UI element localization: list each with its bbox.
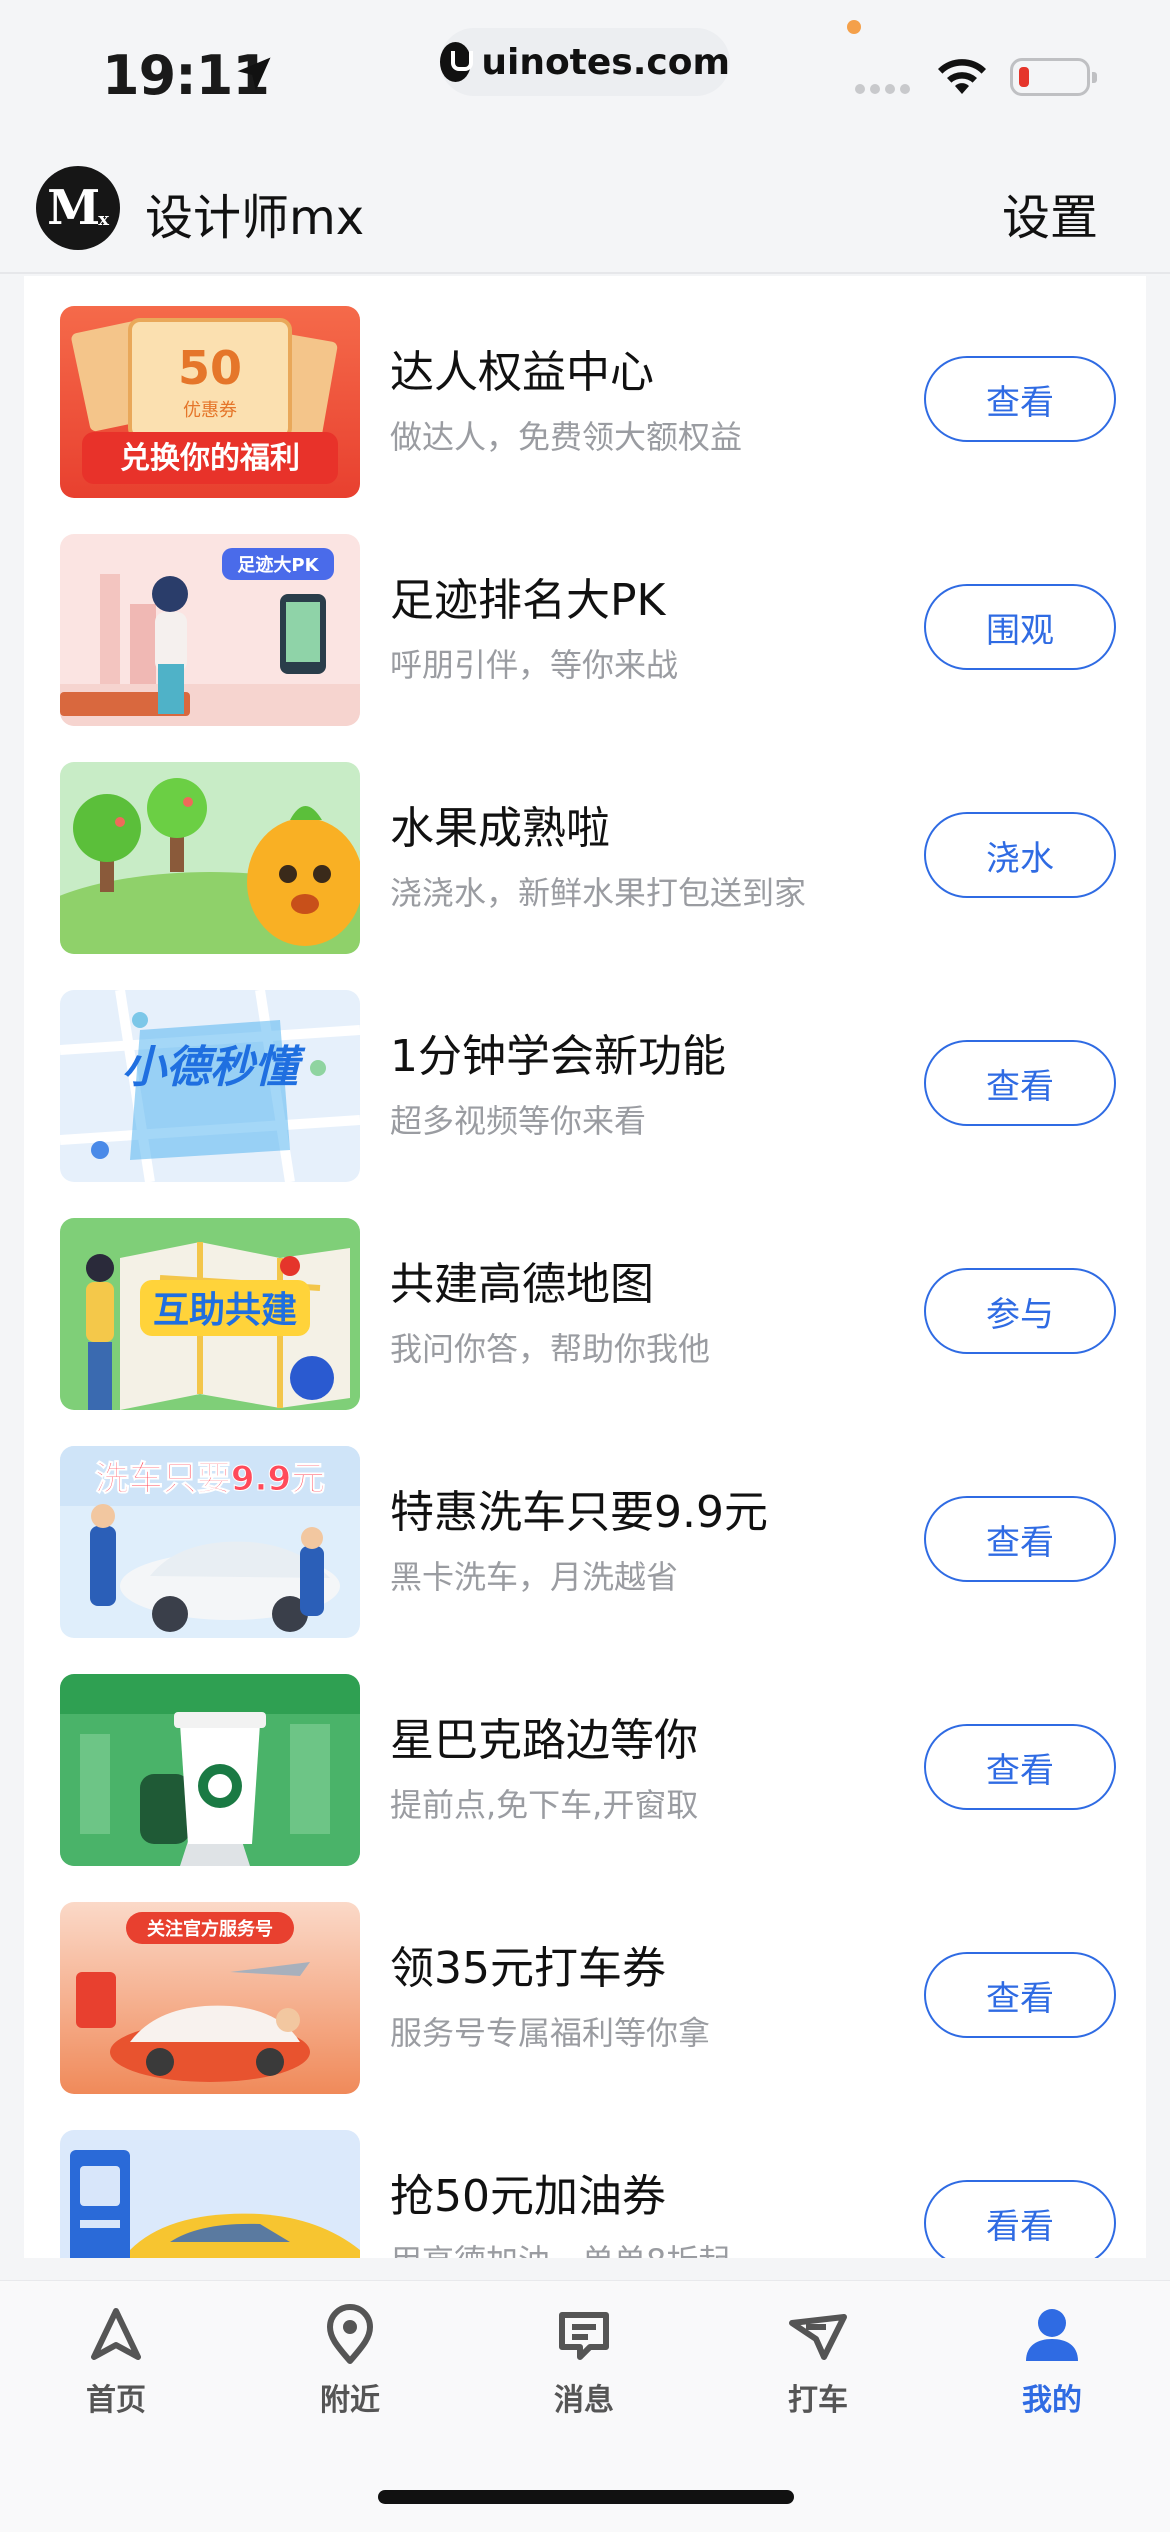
item-thumbnail: 小德秒懂 (60, 990, 360, 1182)
item-thumbnail (60, 1674, 360, 1866)
tab-label: 首页 (86, 2383, 146, 2418)
url-text: uinotes.com (481, 41, 730, 83)
location-services-icon (237, 57, 271, 91)
list-item[interactable]: 50 优惠券 兑换你的福利 达人权益中心 做达人，免费领大额权益 查看 (24, 276, 1146, 504)
item-title: 特惠洗车只要9.9元 (390, 1487, 768, 1538)
item-thumbnail (60, 762, 360, 954)
item-thumbnail (60, 2130, 360, 2258)
item-subtitle: 超多视频等你来看 (390, 1102, 647, 1140)
tab-messages[interactable]: 消息 (509, 2303, 659, 2433)
tab-nearby[interactable]: 附近 (275, 2303, 425, 2433)
item-title: 星巴克路边等你 (390, 1715, 698, 1766)
item-action-button[interactable]: 查看 (924, 1496, 1116, 1582)
list-item[interactable]: 水果成熟啦 浇浇水，新鲜水果打包送到家 浇水 (24, 732, 1146, 960)
item-title: 领35元打车券 (390, 1943, 666, 1994)
home-indicator (378, 2490, 794, 2504)
settings-button[interactable]: 设置 (1002, 178, 1098, 248)
profile-header: Mx 设计师mx 设置 (0, 150, 1170, 274)
svg-text:关注官方服务号: 关注官方服务号 (147, 1918, 273, 1940)
item-subtitle: 服务号专属福利等你拿 (390, 2014, 711, 2052)
svg-text:兑换你的福利: 兑换你的福利 (120, 441, 300, 476)
avatar[interactable]: Mx (36, 166, 120, 250)
item-thumbnail: 洗车只要9.9元 (60, 1446, 360, 1638)
item-subtitle: 做达人，免费领大额权益 (390, 418, 743, 456)
person-icon (1026, 2309, 1078, 2361)
item-subtitle: 用高德加油，单单8折起 (390, 2236, 730, 2258)
item-thumbnail: 关注官方服务号 (60, 1902, 360, 2094)
tab-home[interactable]: 首页 (41, 2303, 191, 2433)
item-action-button[interactable]: 查看 (924, 1952, 1116, 2038)
svg-text:50: 50 (178, 341, 242, 395)
taxi-icon (789, 2314, 847, 2360)
item-subtitle: 我问你答，帮助你我他 (390, 1330, 711, 1368)
item-action-button[interactable]: 查看 (924, 1040, 1116, 1126)
privacy-indicator-dot (847, 20, 861, 34)
tab-label: 附近 (320, 2383, 380, 2418)
svg-text:小德秒懂: 小德秒懂 (122, 1042, 306, 1093)
battery-icon (1010, 58, 1097, 96)
list-item[interactable]: 足迹大PK 足迹排名大PK 呼朋引伴，等你来战 围观 (24, 504, 1146, 732)
item-action-button[interactable]: 围观 (924, 584, 1116, 670)
item-title: 1分钟学会新功能 (390, 1031, 726, 1082)
item-subtitle: 浇浇水，新鲜水果打包送到家 (390, 874, 807, 912)
tab-label: 消息 (554, 2383, 614, 2418)
cellular-signal-icon (855, 84, 910, 94)
svg-text:互助共建: 互助共建 (153, 1290, 297, 1331)
list-item[interactable]: 洗车只要9.9元 特惠洗车只要9.9元 黑卡洗车，月洗越省 查看 (24, 1416, 1146, 1644)
item-action-button[interactable]: 参与 (924, 1268, 1116, 1354)
item-subtitle: 黑卡洗车，月洗越省 (390, 1558, 679, 1596)
location-pin-icon (327, 2304, 373, 2364)
item-thumbnail: 50 优惠券 兑换你的福利 (60, 306, 360, 498)
tab-mine[interactable]: 我的 (977, 2303, 1127, 2433)
item-action-button[interactable]: 浇水 (924, 812, 1116, 898)
svg-text:足迹大PK: 足迹大PK (237, 554, 319, 576)
svg-text:优惠券: 优惠券 (183, 400, 237, 421)
status-bar: 19:11 uinotes.com (0, 0, 1170, 150)
item-title: 达人权益中心 (390, 347, 654, 398)
item-subtitle: 提前点,免下车,开窗取 (390, 1786, 699, 1824)
benefits-list: 50 优惠券 兑换你的福利 达人权益中心 做达人，免费领大额权益 查看 足迹大P… (24, 276, 1146, 2258)
list-item[interactable]: 抢50元加油券 用高德加油，单单8折起 看看 (24, 2100, 1146, 2258)
item-action-button[interactable]: 查看 (924, 356, 1116, 442)
item-subtitle: 呼朋引伴，等你来战 (390, 646, 679, 684)
tab-label: 打车 (788, 2383, 848, 2418)
item-action-button[interactable]: 查看 (924, 1724, 1116, 1810)
url-pill[interactable]: uinotes.com (440, 28, 730, 96)
item-title: 足迹排名大PK (390, 575, 666, 626)
message-icon (559, 2312, 609, 2360)
site-logo-icon (440, 42, 474, 82)
tab-taxi[interactable]: 打车 (743, 2303, 893, 2433)
item-title: 抢50元加油券 (390, 2171, 666, 2222)
username[interactable]: 设计师mx (145, 178, 364, 248)
list-item[interactable]: 星巴克路边等你 提前点,免下车,开窗取 查看 (24, 1644, 1146, 1872)
list-item[interactable]: 关注官方服务号 领35元打车券 服务号专属福利等你拿 查看 (24, 1872, 1146, 2100)
wifi-icon (938, 59, 986, 94)
list-item[interactable]: 互助共建 共建高德地图 我问你答，帮助你我他 参与 (24, 1188, 1146, 1416)
item-title: 水果成熟啦 (390, 803, 610, 854)
navigation-arrow-icon (91, 2308, 141, 2360)
item-thumbnail: 足迹大PK (60, 534, 360, 726)
tab-label: 我的 (1022, 2383, 1082, 2418)
item-thumbnail: 互助共建 (60, 1218, 360, 1410)
list-item[interactable]: 小德秒懂 1分钟学会新功能 超多视频等你来看 查看 (24, 960, 1146, 1188)
item-title: 共建高德地图 (390, 1259, 654, 1310)
svg-text:洗车只要9.9元: 洗车只要9.9元 (95, 1459, 325, 1499)
item-action-button[interactable]: 看看 (924, 2180, 1116, 2258)
